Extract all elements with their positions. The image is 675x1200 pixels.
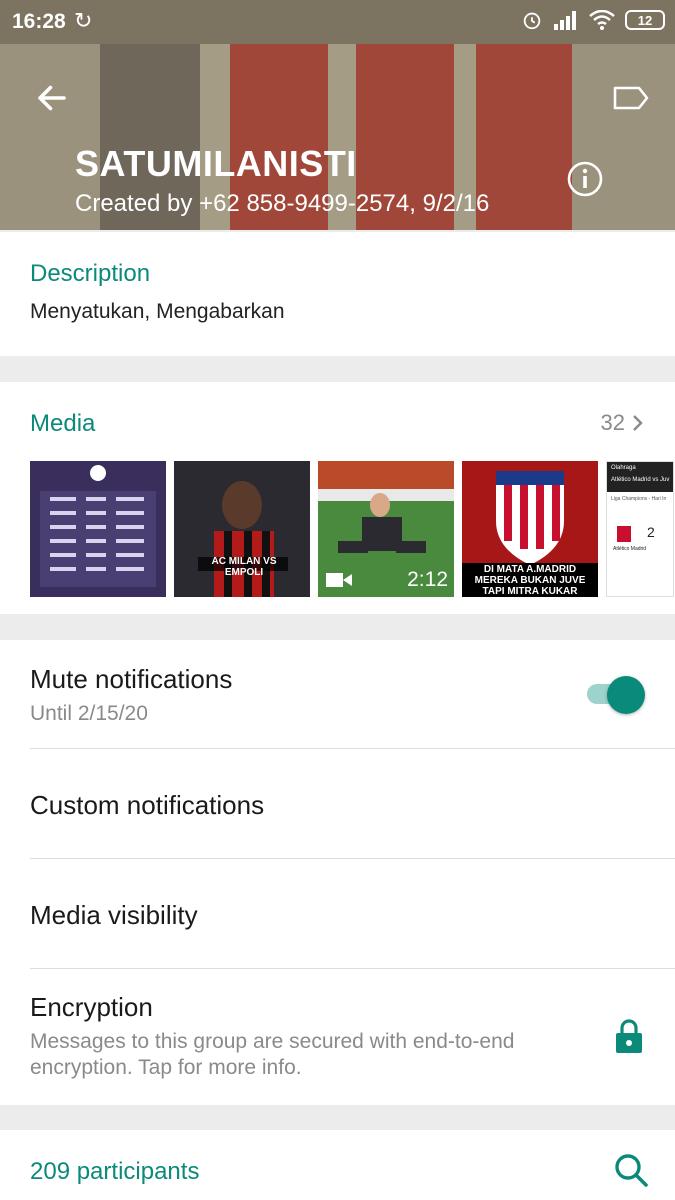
thumbnail-ac-milan-vs-empoli[interactable]: AC MILAN VS EMPOLI xyxy=(174,461,310,597)
toggle-knob xyxy=(607,676,645,714)
encryption-title: Encryption xyxy=(30,992,153,1022)
battery-icon: 12 xyxy=(625,10,665,30)
chevron-right-icon xyxy=(633,415,643,431)
media-count-link[interactable]: 32 xyxy=(601,410,645,436)
back-arrow-icon[interactable] xyxy=(34,80,70,116)
media-title: Media xyxy=(30,410,96,437)
info-icon[interactable] xyxy=(566,160,604,198)
match-card-header: Olahraga Atlético Madrid vs Juv xyxy=(607,462,673,492)
video-camera-icon xyxy=(326,573,352,587)
description-text: Menyatukan, Mengabarkan xyxy=(30,300,285,323)
description-card[interactable]: Description Menyatukan, Mengabarkan xyxy=(0,232,675,356)
caption-line: DI MATA A.MADRID xyxy=(483,564,577,575)
mute-notifications-toggle[interactable] xyxy=(587,676,645,714)
divider xyxy=(30,858,675,859)
search-icon[interactable] xyxy=(613,1152,649,1188)
lock-icon xyxy=(616,1019,642,1053)
group-header: 16:28 ↻ 12 SATUMILANISTI Created by +62 … xyxy=(0,0,675,230)
thumbnail-match-card[interactable]: Olahraga Atlético Madrid vs Juv Liga Cha… xyxy=(606,461,674,597)
custom-notifications-title: Custom notifications xyxy=(30,790,265,820)
match-card-title: Atlético Madrid vs Juv xyxy=(611,477,670,483)
media-count: 32 xyxy=(600,410,625,435)
mute-notifications-title: Mute notifications xyxy=(30,664,233,694)
encryption-subtitle: Messages to this group are secured with … xyxy=(30,1030,515,1079)
thumbnail-caption: DI MATA A.MADRID MEREKA BUKAN JUVE TAPI … xyxy=(462,564,598,597)
media-visibility-row[interactable]: Media visibility xyxy=(30,900,675,931)
media-card: Media 32 AC MILAN VS EMPOLI 2:12 DI MATA… xyxy=(0,382,675,614)
header-photo-segment xyxy=(476,44,572,230)
match-card-crest xyxy=(617,526,631,542)
status-icons: 12 xyxy=(521,9,665,31)
custom-notifications-row[interactable]: Custom notifications xyxy=(30,790,675,821)
divider xyxy=(30,748,675,749)
participants-card: 209 participants xyxy=(0,1130,675,1200)
caption-line: MEREKA BUKAN JUVE xyxy=(474,575,586,586)
status-bar: 16:28 ↻ 12 xyxy=(0,0,675,44)
match-card-league: Liga Champions - Hari In xyxy=(611,496,667,502)
notification-settings-card: Mute notifications Until 2/15/20 Custom … xyxy=(0,640,675,1105)
thumbnail-atletico-madrid[interactable]: DI MATA A.MADRID MEREKA BUKAN JUVE TAPI … xyxy=(462,461,598,597)
group-info-screen: 16:28 ↻ 12 SATUMILANISTI Created by +62 … xyxy=(0,0,675,1200)
thumbnail-caption: AC MILAN VS EMPOLI xyxy=(211,556,277,578)
thumbnail-video[interactable]: 2:12 xyxy=(318,461,454,597)
video-duration: 2:12 xyxy=(407,568,448,591)
match-card-score: 2 xyxy=(647,524,655,540)
status-time: 16:28 xyxy=(12,10,66,33)
description-title: Description xyxy=(30,260,151,287)
sync-icon: ↻ xyxy=(74,8,93,33)
group-creator: Created by +62 858-9499-2574, 9/2/16 xyxy=(75,190,490,217)
thumbnail-standings[interactable] xyxy=(30,461,166,597)
match-card-source: Olahraga xyxy=(611,465,636,471)
match-card-team: Atlético Madrid xyxy=(613,546,647,552)
group-name: SATUMILANISTI xyxy=(75,143,357,184)
participants-count: 209 participants xyxy=(30,1158,200,1185)
alarm-icon xyxy=(523,12,541,30)
mute-notifications-subtitle: Until 2/15/20 xyxy=(30,702,148,725)
encryption-row[interactable]: Encryption Messages to this group are se… xyxy=(30,992,590,1081)
caption-line: TAPI MITRA KUKAR xyxy=(482,586,578,597)
divider xyxy=(30,968,675,969)
media-visibility-title: Media visibility xyxy=(30,900,198,930)
signal-icon xyxy=(554,11,576,30)
mute-notifications-row[interactable]: Mute notifications Until 2/15/20 xyxy=(30,664,675,727)
header-photo-segment xyxy=(572,44,675,230)
standings-graphic xyxy=(30,461,166,597)
media-thumbnails: AC MILAN VS EMPOLI 2:12 DI MATA A.MADRID… xyxy=(30,461,674,597)
wifi-icon xyxy=(589,10,615,30)
battery-level: 12 xyxy=(637,12,653,28)
label-icon[interactable] xyxy=(612,82,650,114)
